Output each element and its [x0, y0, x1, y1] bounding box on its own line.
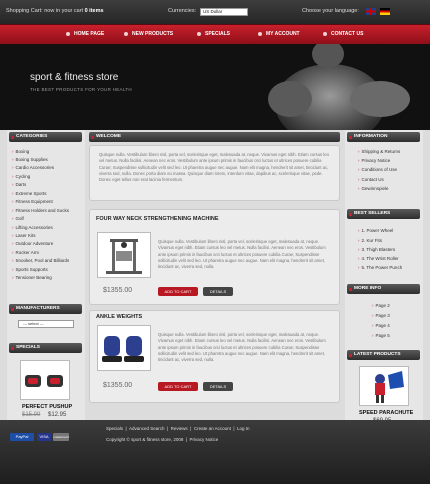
bestseller-item[interactable]: 1. Power Wheel: [358, 228, 394, 233]
category-item[interactable]: Golf: [12, 216, 24, 221]
footer: PayPal VISA mastercard Specials | Advanc…: [0, 420, 430, 484]
paypal-logo: PayPal: [10, 433, 34, 441]
latest-product-image[interactable]: [359, 366, 409, 406]
store-title: sport & fitness store: [30, 72, 119, 83]
main-nav: HOME PAGE NEW PRODUCTS SPECIALS MY ACCOU…: [0, 24, 430, 44]
manufacturers-select[interactable]: --- select ---: [18, 320, 74, 328]
category-item[interactable]: Laser Kits: [12, 233, 36, 238]
category-item[interactable]: Sports Supports: [12, 267, 48, 272]
moreinfo-link[interactable]: Page 2: [372, 303, 390, 308]
details-button[interactable]: DETAILS: [203, 287, 233, 296]
category-item[interactable]: Cardio Accessories: [12, 165, 55, 170]
nav-new-products[interactable]: NEW PRODUCTS: [124, 31, 173, 37]
cart-summary[interactable]: Shopping Cart: now in your cart 0 items: [6, 8, 104, 14]
latest-header: LATEST PRODUCTS: [347, 350, 420, 360]
add-to-cart-button[interactable]: ADD TO CART: [158, 287, 198, 296]
visa-logo: VISA: [37, 433, 51, 441]
english-flag-icon[interactable]: [366, 8, 376, 15]
footer-link-specials[interactable]: Specials: [106, 426, 123, 431]
details-button[interactable]: DETAILS: [203, 382, 233, 391]
moreinfo-header: MORE INFO: [347, 284, 420, 294]
footer-link-login[interactable]: Log In: [237, 426, 250, 431]
info-link[interactable]: Privacy Notice: [358, 158, 391, 163]
category-item[interactable]: Fitness Holders and Socks: [12, 208, 70, 213]
product-description: Quisque nulla. Vestibulum libero nisl, p…: [158, 332, 326, 363]
german-flag-icon[interactable]: [380, 8, 390, 15]
moreinfo-link[interactable]: Page 4: [372, 323, 390, 328]
category-item[interactable]: Lifting Accessories: [12, 225, 53, 230]
cart-text: now in your cart: [44, 8, 84, 14]
nav-specials[interactable]: SPECIALS: [197, 31, 230, 37]
store-subtitle: THE BEST PRODUCTS FOR YOUR HEALTH: [30, 87, 132, 92]
footer-link-privacy[interactable]: Privacy Notice: [190, 437, 219, 442]
bestseller-item[interactable]: 5. The Power Punch: [358, 265, 403, 270]
product-image[interactable]: [97, 325, 151, 371]
product-description: Quisque nulla. Vestibulum libero nisl, p…: [158, 239, 326, 270]
add-to-cart-button[interactable]: ADD TO CART: [158, 382, 198, 391]
footer-links: Specials | Advanced Search | Reviews | C…: [106, 426, 250, 431]
nav-contact[interactable]: CONTACT US: [323, 31, 363, 37]
product-price: $1355.00: [103, 382, 133, 389]
nav-my-account[interactable]: MY ACCOUNT: [258, 31, 300, 37]
bestseller-item[interactable]: 4. The Wrist Roller: [358, 256, 399, 261]
bestsellers-header: BEST SELLERS: [347, 209, 420, 219]
specials-header: SPECIALS: [9, 343, 82, 353]
special-product-image[interactable]: [20, 360, 70, 400]
special-new-price: $12.95: [48, 412, 67, 418]
category-item[interactable]: Boxing Supplies: [12, 157, 48, 162]
cart-items[interactable]: 0 items: [85, 8, 104, 14]
footer-link-reviews[interactable]: Reviews: [171, 426, 188, 431]
product-title[interactable]: FOUR WAY NECK STRENGTHENING MACHINE: [96, 216, 219, 222]
category-item[interactable]: Darts: [12, 182, 27, 187]
moreinfo-link[interactable]: Page 5: [372, 333, 390, 338]
category-item[interactable]: Extreme Sports: [12, 191, 47, 196]
product-price: $1355.00: [103, 287, 133, 294]
categories-header: CATEGORIES: [9, 132, 82, 142]
category-item[interactable]: Fitness Equipment: [12, 199, 53, 204]
welcome-text: Quisque nulla. Vestibulum libero nisl, p…: [99, 152, 329, 183]
category-item[interactable]: Snooker, Pool and Billiards: [12, 258, 70, 263]
mastercard-logo: mastercard: [53, 433, 69, 441]
product-image[interactable]: [97, 232, 151, 278]
currency-select[interactable]: US Dollar: [200, 8, 248, 16]
category-item[interactable]: Boxing: [12, 149, 30, 154]
special-product-name[interactable]: PERFECT PUSHUP: [22, 404, 72, 410]
product-title[interactable]: ANKLE WEIGHTS: [96, 314, 142, 320]
latest-product-name[interactable]: SPEED PARACHUTE: [359, 410, 413, 416]
nav-home[interactable]: HOME PAGE: [66, 31, 104, 37]
information-header: INFORMATION: [347, 132, 420, 142]
cart-label: Shopping Cart:: [6, 8, 43, 14]
bestseller-item[interactable]: 3. Thigh Blasters: [358, 247, 396, 252]
banner-athlete-image: [250, 44, 430, 130]
currencies-label: Currencies:: [168, 8, 197, 14]
info-link[interactable]: Gewinnspiele: [358, 186, 389, 191]
footer-copyright-line: Copyright © sport & fitness store, 2008 …: [106, 437, 219, 442]
info-link[interactable]: Contact Us: [358, 177, 384, 182]
manufacturers-header: MANUFACTURERS: [9, 304, 82, 314]
category-item[interactable]: Outdoor Adventure: [12, 241, 54, 246]
footer-link-create-account[interactable]: Create an Account: [194, 426, 231, 431]
copyright-text: Copyright © sport & fitness store, 2008: [106, 437, 184, 442]
info-link[interactable]: Shipping & Returns: [358, 149, 401, 154]
category-item[interactable]: Cycling: [12, 174, 31, 179]
moreinfo-link[interactable]: Page 3: [372, 313, 390, 318]
category-item[interactable]: Rocker Arm: [12, 250, 40, 255]
special-old-price: $15.99: [22, 412, 41, 418]
info-link[interactable]: Conditions of Use: [358, 167, 398, 172]
bestseller-item[interactable]: 2. Kur Fits: [358, 238, 383, 243]
top-bar: Shopping Cart: now in your cart 0 items …: [0, 0, 430, 24]
language-label: Choose your language:: [302, 8, 359, 14]
welcome-header: WELCOME: [89, 132, 340, 142]
footer-link-advanced-search[interactable]: Advanced Search: [129, 426, 165, 431]
category-item[interactable]: Tensioner Bearing: [12, 275, 52, 280]
